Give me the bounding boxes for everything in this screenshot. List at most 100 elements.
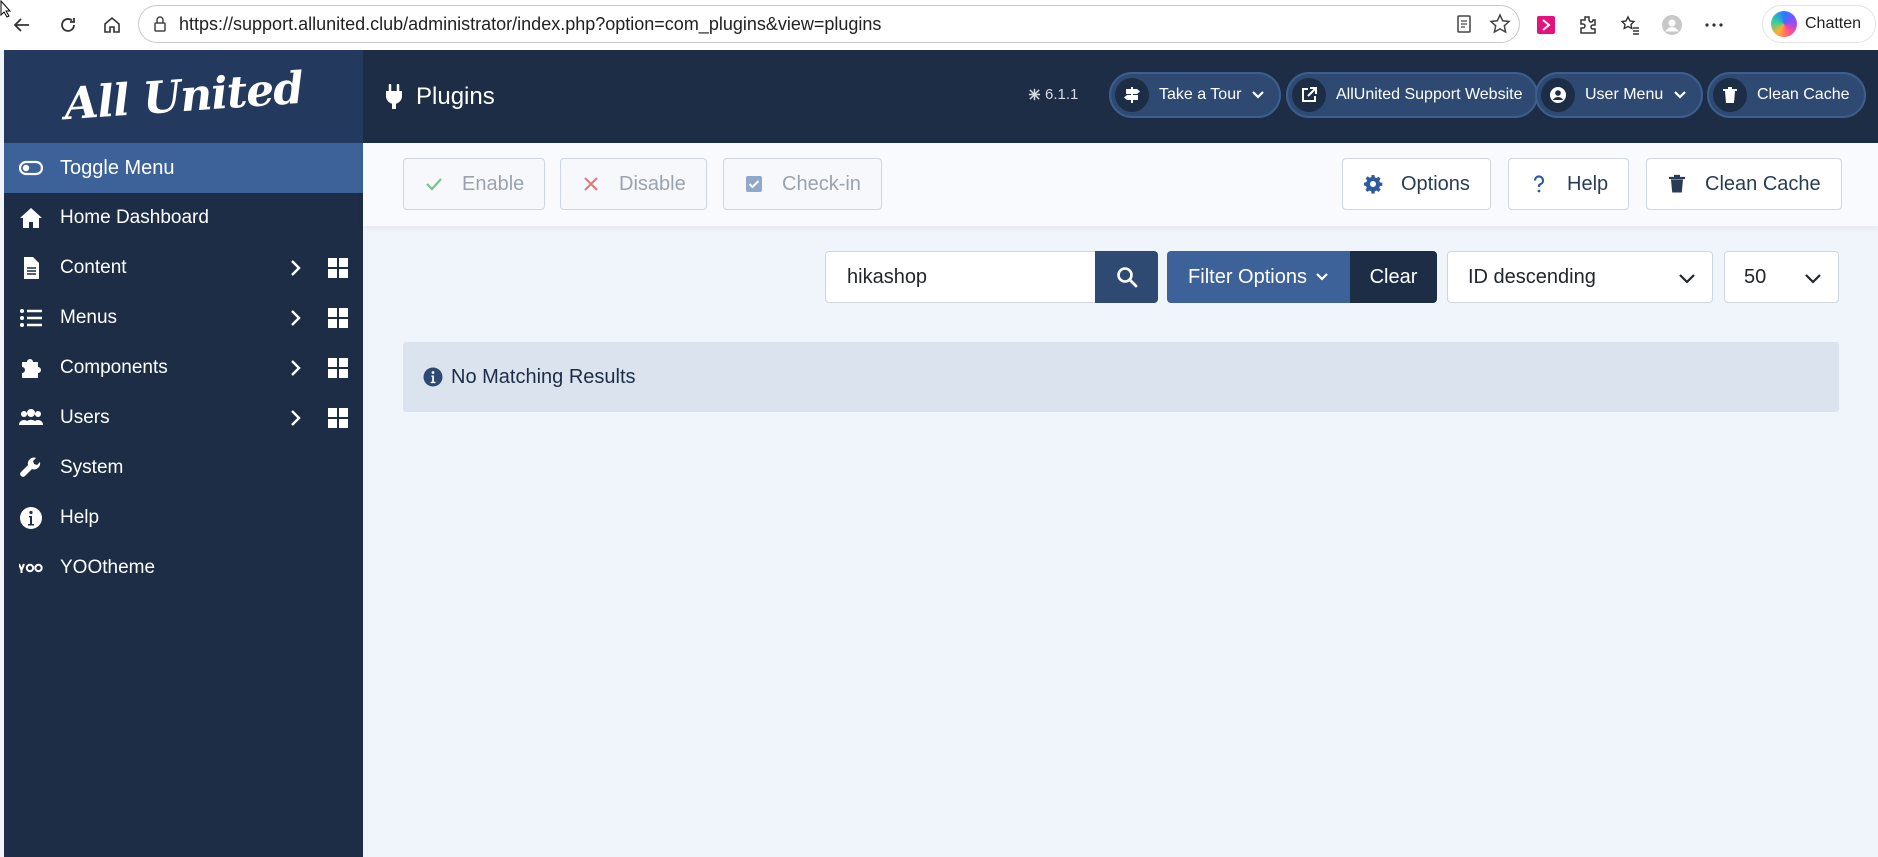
sidebar-item-home-dashboard[interactable]: Home Dashboard [4,193,363,243]
checkbox-checked-icon [746,176,762,192]
options-label: Options [1401,172,1470,195]
close-icon [584,177,598,191]
search-input[interactable]: hikashop [825,251,1095,303]
users-icon [18,406,44,430]
check-icon [426,178,442,191]
dashboard-grid-icon[interactable] [328,358,348,378]
sidebar-item-yootheme[interactable]: YOOtheme [4,543,363,593]
user-menu-button[interactable]: User Menu [1535,72,1704,118]
chevron-right-icon[interactable] [286,258,306,278]
sidebar-item-content[interactable]: Content [4,243,363,293]
filter-options-label: Filter Options [1188,265,1307,288]
copilot-button[interactable]: Chatten [1762,5,1877,43]
filter-options-button[interactable]: Filter Options [1167,251,1350,303]
profile-avatar-icon[interactable] [1661,14,1683,36]
sidebar-item-help[interactable]: Help [4,493,363,543]
plug-icon [386,83,402,109]
support-website-label: AllUnited Support Website [1336,86,1523,103]
enable-label: Enable [462,172,525,195]
clear-label: Clear [1369,265,1418,288]
chevron-right-icon[interactable] [286,408,306,428]
sidebar-item-label: Home Dashboard [60,207,209,228]
chevron-right-icon[interactable] [286,358,306,378]
list-limit-select[interactable]: 50 [1724,251,1839,303]
clean-cache-button[interactable]: Clean Cache [1646,158,1842,210]
sidebar-item-system[interactable]: System [4,443,363,493]
clear-button[interactable]: Clear [1350,251,1437,303]
disable-label: Disable [619,172,686,195]
dashboard-grid-icon[interactable] [328,258,348,278]
yootheme-icon [18,556,44,580]
alert-message: No Matching Results [451,365,636,388]
extension-pink-icon[interactable] [1535,14,1557,36]
support-website-button[interactable]: AllUnited Support Website [1286,72,1539,118]
options-button[interactable]: Options [1342,158,1491,210]
copilot-label: Chatten [1805,15,1862,32]
sidebar-menu: Toggle Menu Home Dashboard Content Menus… [4,143,363,857]
puzzle-icon [18,356,44,380]
clean-cache-label: Clean Cache [1705,172,1821,195]
reload-icon [61,18,75,32]
brand-logo[interactable]: All United [4,50,363,143]
sidebar-item-label: Components [60,357,168,378]
gear-icon [1364,175,1383,194]
wrench-icon [18,456,44,480]
file-icon [18,256,44,280]
disable-button[interactable]: Disable [560,158,707,210]
sidebar-item-users[interactable]: Users [4,393,363,443]
signpost-icon [1115,78,1149,112]
address-bar[interactable]: https://support.allunited.club/administr… [138,5,1520,43]
dashboard-grid-icon[interactable] [328,308,348,328]
checkin-label: Check-in [782,172,861,195]
version-text: 6.1.1 [1045,86,1079,103]
brand-text: All United [62,62,305,131]
more-options-icon[interactable] [1703,14,1725,36]
user-menu-label: User Menu [1585,86,1664,103]
chevron-down-icon [1805,274,1821,284]
lock-icon [154,16,166,32]
sidebar-item-label: Help [60,507,100,528]
help-button[interactable]: Help [1508,158,1630,210]
home-icon [18,206,44,230]
favorite-star-icon[interactable] [1489,13,1511,35]
sidebar-item-label: Users [60,407,110,428]
action-toolbar: Enable Disable Check-in Options Help Cle… [363,143,1878,226]
search-icon [1116,267,1137,288]
trash-icon [1713,78,1747,112]
trash-icon [1669,174,1685,193]
reader-view-icon[interactable] [1453,13,1475,35]
version-label: 6.1.1 [1028,86,1078,103]
joomla-icon [1028,88,1041,101]
browser-extensions [1535,5,1725,45]
info-circle-icon [18,506,44,530]
ordering-select[interactable]: ID descending [1447,251,1713,303]
browser-toolbar: https://support.allunited.club/administr… [0,0,1878,50]
chevron-right-icon[interactable] [286,308,306,328]
take-tour-label: Take a Tour [1159,86,1242,103]
back-button[interactable] [2,5,42,45]
extensions-puzzle-icon[interactable] [1577,14,1599,36]
header-clean-cache-button[interactable]: Clean Cache [1707,72,1866,118]
search-input-value: hikashop [847,265,928,288]
search-button[interactable] [1095,251,1158,303]
address-bar-icons [1453,13,1511,35]
list-limit-value: 50 [1744,265,1767,288]
sidebar-item-label: YOOtheme [60,557,156,578]
enable-button[interactable]: Enable [403,158,546,210]
question-icon [1533,175,1545,193]
favorites-list-icon[interactable] [1619,14,1641,36]
dashboard-grid-icon[interactable] [328,408,348,428]
sidebar-item-components[interactable]: Components [4,343,363,393]
reload-button[interactable] [48,5,88,45]
home-button[interactable] [92,5,132,45]
list-icon [18,306,44,330]
home-icon [104,16,120,33]
chevron-down-icon [1674,91,1687,99]
checkin-button[interactable]: Check-in [723,158,882,210]
page-title: Plugins [384,50,495,143]
help-label: Help [1567,172,1609,195]
arrow-left-icon [13,18,29,32]
toggle-menu-button[interactable]: Toggle Menu [4,143,363,193]
take-tour-button[interactable]: Take a Tour [1109,72,1282,118]
sidebar-item-menus[interactable]: Menus [4,293,363,343]
